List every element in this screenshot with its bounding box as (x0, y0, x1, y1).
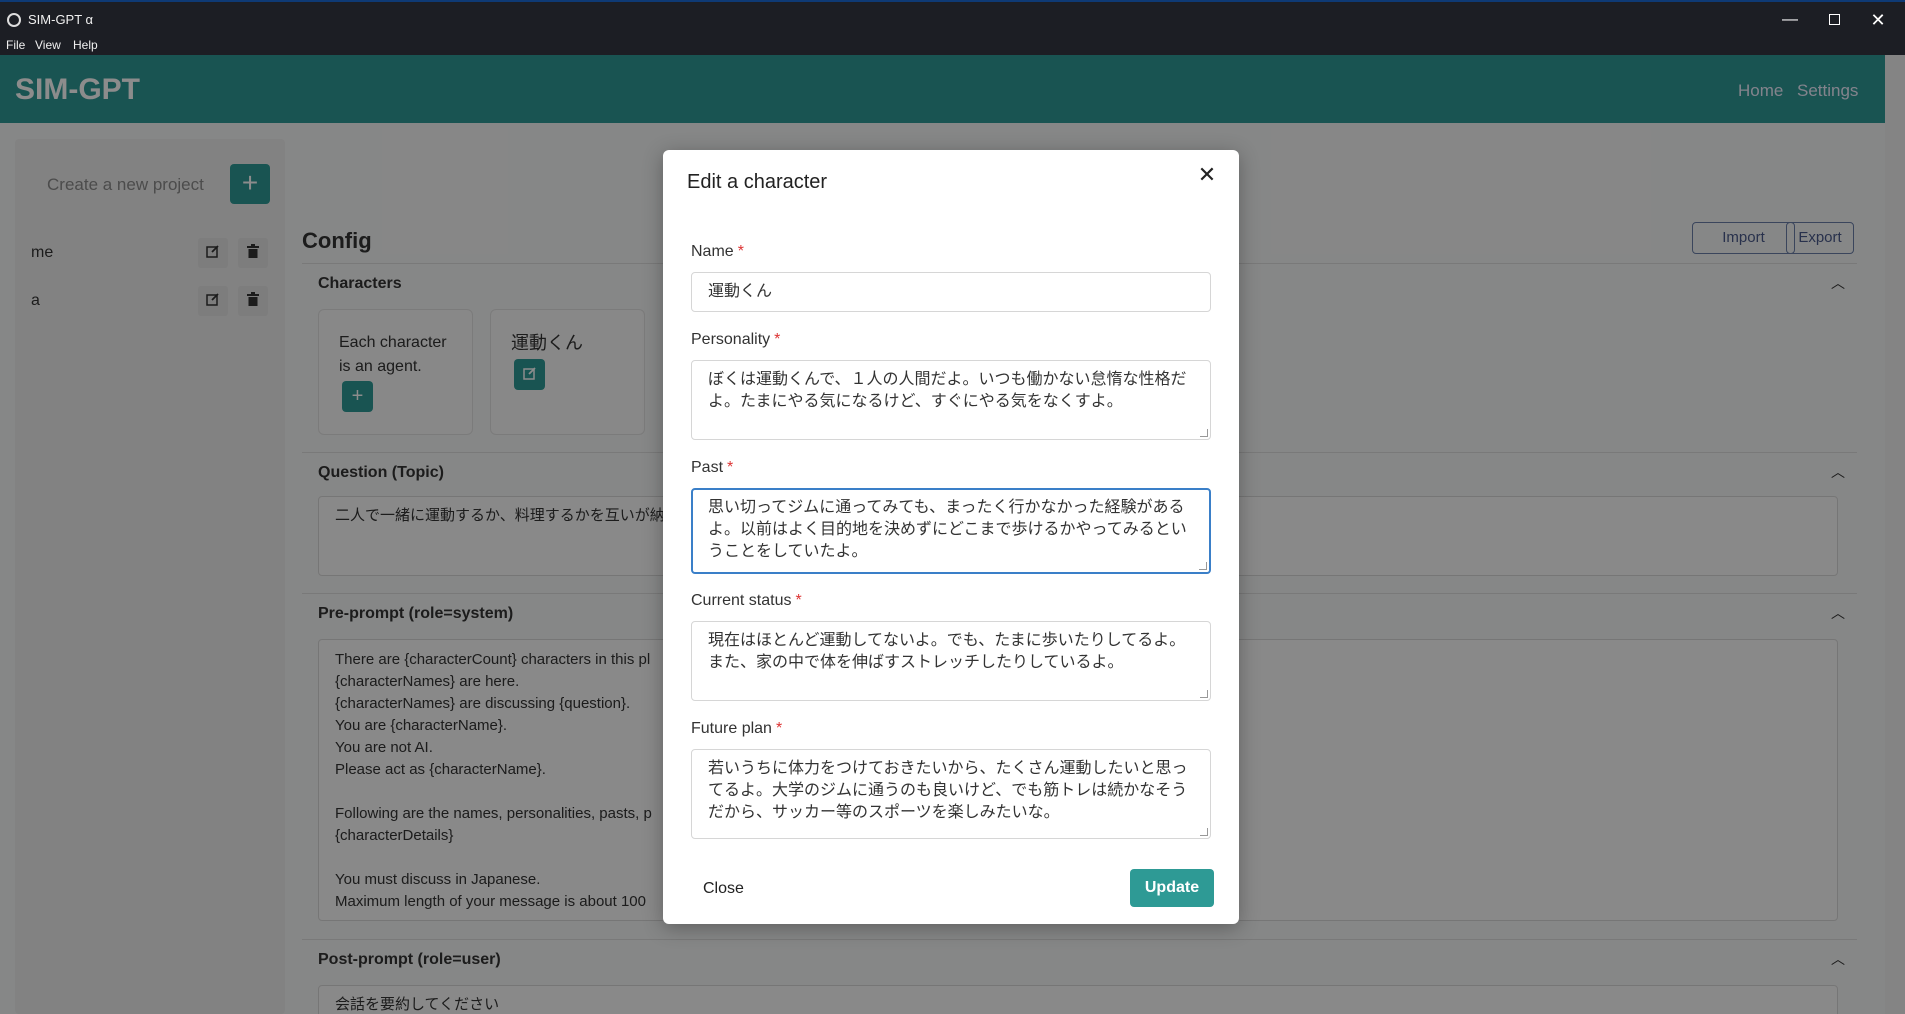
text-line: うことをしていたよ。 (708, 543, 868, 560)
current-status-textarea[interactable]: 現在はほとんど運動してないよ。でも、たまに歩いたりしてるよ。 また、家の中で体を… (691, 621, 1211, 701)
required-mark: * (737, 243, 744, 260)
label-text: Past (691, 459, 724, 476)
required-mark: * (795, 592, 802, 609)
label-text: Personality (691, 331, 771, 348)
personality-textarea[interactable]: ぼくは運動くんで、１人の人間だよ。いつも働かない怠惰な性格だ よ。たまにやる気に… (691, 360, 1211, 440)
label-text: Current status (691, 592, 792, 609)
menu-bar: File View Help (0, 37, 1905, 55)
name-value: 運動くん (708, 283, 773, 300)
window-close-icon[interactable]: ✕ (1856, 8, 1900, 32)
resize-handle-icon[interactable] (1200, 690, 1208, 698)
label-text: Name (691, 243, 734, 260)
name-label: Name * (691, 243, 744, 261)
past-label: Past * (691, 459, 733, 477)
text-line: だから、サッカー等のスポーツを楽しみたいな。 (708, 804, 1060, 821)
menu-help[interactable]: Help (73, 38, 98, 52)
personality-label: Personality * (691, 331, 780, 349)
minimize-icon[interactable]: — (1768, 8, 1812, 32)
close-button[interactable]: Close (703, 880, 744, 898)
resize-handle-icon[interactable] (1199, 562, 1207, 570)
window-title: SIM-GPT α (28, 12, 94, 27)
text-line: よ。たまにやる気になるけど、すぐにやる気をなくすよ。 (708, 393, 1123, 410)
resize-handle-icon[interactable] (1200, 429, 1208, 437)
menu-file[interactable]: File (6, 38, 25, 52)
text-line: また、家の中で体を伸ばすストレッチしたりしているよ。 (708, 654, 1124, 671)
required-mark: * (775, 720, 783, 737)
window-titlebar: SIM-GPT α — ✕ (0, 0, 1905, 37)
name-field[interactable]: 運動くん (691, 272, 1211, 312)
past-textarea[interactable]: 思い切ってジムに通ってみても、まったく行かなかった経験がある よ。以前はよく目的… (691, 488, 1211, 574)
modal-title: Edit a character (687, 171, 828, 193)
future-plan-label: Future plan * (691, 720, 782, 738)
required-mark: * (727, 459, 734, 476)
resize-handle-icon[interactable] (1200, 828, 1208, 836)
text-line: てるよ。大学のジムに通うのも良いけど、でも筋トレは続かなそう (708, 782, 1188, 799)
text-line: 現在はほとんど運動してないよ。でも、たまに歩いたりしてるよ。 (708, 632, 1186, 649)
required-mark: * (774, 331, 781, 348)
close-icon[interactable]: ✕ (1192, 160, 1222, 190)
update-button[interactable]: Update (1130, 869, 1214, 907)
edit-character-modal: Edit a character ✕ Name * 運動くん Personalit… (663, 150, 1239, 924)
maximize-icon[interactable] (1812, 8, 1856, 32)
label-text: Future plan (691, 720, 772, 737)
text-line: ぼくは運動くんで、１人の人間だよ。いつも働かない怠惰な性格だ (708, 371, 1187, 388)
text-line: 若いうちに体力をつけておきたいから、たくさん運動したいと思っ (708, 760, 1188, 777)
current-status-label: Current status * (691, 592, 802, 610)
text-line: よ。以前はよく目的地を決めずにどこまで歩けるかやってみるとい (708, 521, 1187, 538)
menu-view[interactable]: View (35, 38, 61, 52)
text-line: 思い切ってジムに通ってみても、まったく行かなかった経験がある (708, 499, 1185, 516)
app-logo-icon (7, 13, 21, 27)
future-plan-textarea[interactable]: 若いうちに体力をつけておきたいから、たくさん運動したいと思っ てるよ。大学のジム… (691, 749, 1211, 839)
